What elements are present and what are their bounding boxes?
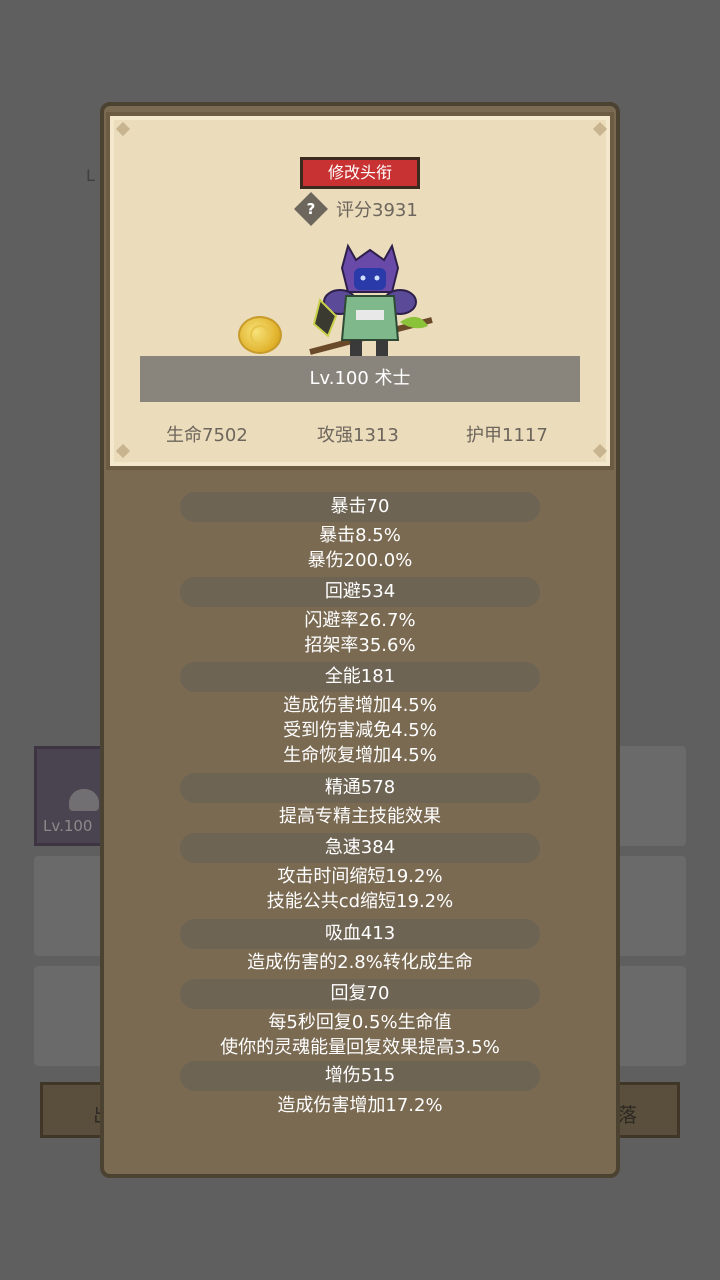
attribute-detail: 攻击时间缩短19.2% [277, 866, 443, 887]
attribute-detail: 提高专精主技能效果 [279, 806, 441, 827]
attribute-detail: 暴击8.5% [319, 525, 401, 546]
attribute-header-crit: 暴击70 [180, 492, 540, 522]
attribute-detail: 使你的灵魂能量回复效果提高3.5% [220, 1037, 500, 1058]
attribute-detail: 生命恢复增加4.5% [283, 745, 437, 766]
background-slot [616, 966, 686, 1066]
attribute-detail: 受到伤害减免4.5% [283, 720, 437, 741]
attribute-detail: 招架率35.6% [304, 635, 416, 656]
attribute-header-haste: 急速384 [180, 833, 540, 863]
attribute-header-mastery: 精通578 [180, 773, 540, 803]
background-item-level: Lv.100 [43, 817, 93, 835]
attribute-header-versatility: 全能181 [180, 662, 540, 692]
background-slot [616, 746, 686, 846]
attribute-detail: 每5秒回复0.5%生命值 [268, 1012, 452, 1033]
class-level-banner: Lv.100 术士 [140, 356, 580, 402]
background-slot [34, 856, 104, 956]
attribute-header-regen: 回复70 [180, 979, 540, 1009]
score-label: 评分3931 [336, 200, 418, 221]
attribute-header-evasion: 回避534 [180, 577, 540, 607]
attribute-header-damage-bonus: 增伤515 [180, 1061, 540, 1091]
stat-armor: 护甲1117 [466, 425, 548, 446]
attribute-header-lifesteal: 吸血413 [180, 919, 540, 949]
background-slot [616, 856, 686, 956]
background-slot [34, 966, 104, 1066]
attribute-detail: 闪避率26.7% [304, 610, 416, 631]
stat-life: 生命7502 [166, 425, 248, 446]
background-right-button: 落 [610, 1082, 680, 1138]
attribute-detail: 暴伤200.0% [307, 550, 413, 571]
rename-title-button[interactable]: 修改头衔 [300, 157, 420, 189]
background-right-button-label: 落 [617, 1103, 637, 1127]
background-item-card: Lv.100 [34, 746, 104, 846]
help-icon-symbol[interactable]: ? [299, 197, 323, 221]
coin-emblem [250, 325, 270, 345]
attribute-detail: 造成伤害的2.8%转化成生命 [247, 952, 473, 973]
attribute-detail: 技能公共cd缩短19.2% [266, 891, 454, 912]
attribute-detail: 造成伤害增加4.5% [283, 695, 437, 716]
helmet-icon [69, 789, 99, 811]
stat-attack-power: 攻强1313 [317, 425, 399, 446]
background-level-label: L [86, 166, 95, 185]
warlock-hero-sprite [309, 243, 433, 356]
attribute-detail: 造成伤害增加17.2% [277, 1095, 443, 1116]
